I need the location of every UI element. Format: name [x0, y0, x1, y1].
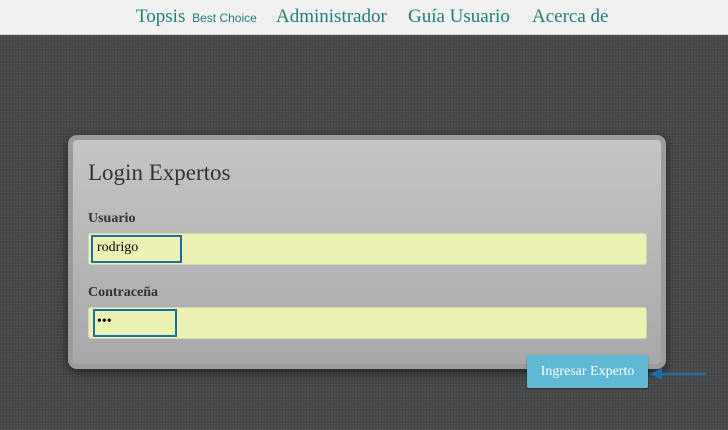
password-input[interactable]: ••• — [88, 307, 647, 339]
user-input-value: rodrigo — [97, 240, 139, 255]
top-navbar: Topsis Best Choice Administrador Guía Us… — [0, 0, 728, 35]
nav-link-acerca-de[interactable]: Acerca de — [532, 6, 608, 28]
login-panel: Login Expertos Usuario rodrigo Contraceñ… — [68, 135, 666, 369]
user-input[interactable]: rodrigo — [88, 233, 647, 265]
login-title: Login Expertos — [88, 160, 231, 185]
ingresar-experto-button[interactable]: Ingresar Experto — [527, 355, 648, 388]
password-label: Contraceña — [88, 285, 158, 300]
nav-link-guia-usuario[interactable]: Guía Usuario — [408, 6, 510, 28]
pointer-arrow-icon — [650, 368, 706, 380]
brand-tagline: Best Choice — [192, 11, 257, 25]
brand-name: Topsis — [136, 6, 186, 27]
brand-link[interactable]: Topsis Best Choice — [136, 6, 257, 28]
password-input-value: ••• — [97, 314, 112, 329]
nav-link-administrador[interactable]: Administrador — [276, 6, 387, 28]
user-label: Usuario — [88, 211, 136, 226]
